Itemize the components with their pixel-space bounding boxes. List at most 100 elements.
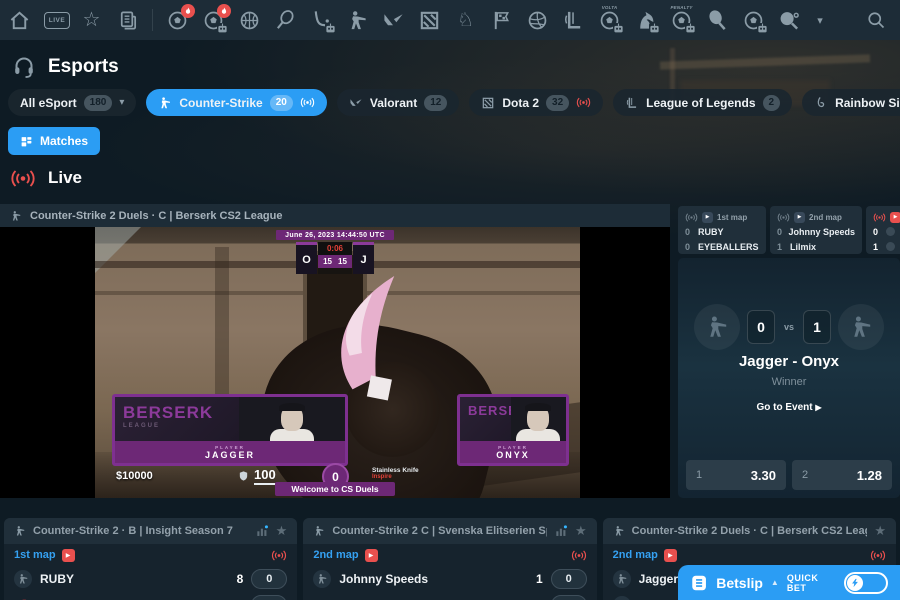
epadel-icon[interactable] bbox=[706, 9, 729, 32]
penalty-football-icon[interactable]: PENALTY bbox=[670, 9, 693, 32]
football-icon[interactable] bbox=[166, 9, 189, 32]
map-card-3[interactable]: ▶ 0 1 bbox=[866, 206, 900, 254]
betslip-label: Betslip bbox=[716, 575, 763, 591]
live-icon bbox=[873, 213, 886, 222]
live-tv-icon[interactable]: LIVE bbox=[44, 9, 67, 32]
favorite-star-icon[interactable]: ★ bbox=[874, 524, 886, 538]
map-card-2[interactable]: ▶ 2nd map 0Johnny Speeds 1Lilmix bbox=[770, 206, 862, 254]
rainbow-six-icon bbox=[814, 96, 828, 110]
odds-button-1[interactable]: 1 3.30 bbox=[686, 460, 786, 490]
stream-title: Counter-Strike 2 Duels · C | Berserk CS2… bbox=[30, 210, 283, 222]
map-row: 1st map ▶ bbox=[4, 544, 297, 566]
news-icon[interactable] bbox=[116, 9, 139, 32]
dota2-icon[interactable] bbox=[418, 9, 441, 32]
table-tennis-icon[interactable] bbox=[778, 9, 801, 32]
eracing-icon[interactable] bbox=[490, 9, 513, 32]
match-card-header[interactable]: Counter-Strike 2 Duels · C | Berserk CS2… bbox=[603, 518, 896, 544]
page-header: Esports bbox=[12, 55, 119, 79]
round-scores: 1515 bbox=[318, 255, 352, 268]
odds-button[interactable]: 0 bbox=[251, 569, 287, 589]
live-tv-label: LIVE bbox=[44, 12, 70, 29]
play-icon[interactable]: ▶ bbox=[664, 549, 677, 562]
efootball-icon[interactable] bbox=[202, 9, 225, 32]
player-card-jagger: BERSERK LEAGUE PLAYER JAGGER bbox=[112, 394, 348, 466]
favorite-star-icon[interactable]: ★ bbox=[276, 524, 288, 538]
valorant-icon[interactable] bbox=[382, 9, 405, 32]
map-row: 2nd map ▶ bbox=[603, 544, 896, 566]
count-badge: 20 bbox=[270, 95, 293, 111]
etennis-icon[interactable] bbox=[274, 9, 297, 32]
play-icon[interactable]: ▶ bbox=[62, 549, 75, 562]
count-badge: 32 bbox=[546, 95, 569, 111]
map-score-cards: ▶ 1st map 0RUBY 0EYEBALLERS ▶ 2nd map 0J… bbox=[678, 206, 900, 254]
odds-button[interactable]: 0 bbox=[251, 595, 287, 600]
away-score: 1 bbox=[803, 310, 831, 344]
counter-strike-icon bbox=[313, 525, 325, 537]
favorites-icon[interactable]: ☆ bbox=[80, 9, 103, 32]
match-card-insight: Counter-Strike 2 · B | Insight Season 7 … bbox=[4, 518, 297, 600]
robot-badge-icon bbox=[325, 23, 336, 34]
efifa-icon[interactable] bbox=[742, 9, 765, 32]
odds-button[interactable]: 1 bbox=[551, 595, 587, 600]
stats-icon[interactable] bbox=[255, 524, 269, 538]
volta-football-icon[interactable]: VOLTA bbox=[598, 9, 621, 32]
matches-button[interactable]: Matches bbox=[8, 127, 100, 155]
live-section-title: Live bbox=[48, 168, 82, 188]
filter-league-of-legends[interactable]: League of Legends 2 bbox=[613, 89, 792, 116]
vs-label: vs bbox=[784, 322, 794, 332]
counter-strike-icon bbox=[10, 210, 22, 222]
eyeballers-logo-icon bbox=[14, 596, 32, 600]
echess-icon[interactable]: ♘ bbox=[454, 9, 477, 32]
top-nav: LIVE ☆ ♘ VOLTA PENALTY ▾ bbox=[0, 0, 900, 40]
team-icon bbox=[613, 570, 631, 588]
live-icon bbox=[271, 550, 287, 561]
play-icon[interactable]: ▶ bbox=[794, 212, 805, 223]
filter-counter-strike[interactable]: Counter-Strike 20 bbox=[146, 89, 326, 116]
stats-icon[interactable] bbox=[554, 524, 568, 538]
esports-live-page: LIVE ☆ ♘ VOLTA PENALTY ▾ Esports Al bbox=[0, 0, 900, 600]
odds-button[interactable]: 0 bbox=[551, 569, 587, 589]
live-icon bbox=[576, 97, 591, 108]
match-card-header[interactable]: Counter-Strike 2 C | Svenska Elitserien … bbox=[303, 518, 596, 544]
evolleyball-icon[interactable] bbox=[526, 9, 549, 32]
league-of-legends-icon[interactable] bbox=[562, 9, 585, 32]
page-title: Esports bbox=[48, 56, 119, 78]
more-sports-caret-icon[interactable]: ▾ bbox=[814, 14, 826, 27]
filter-valorant[interactable]: Valorant 12 bbox=[337, 89, 459, 116]
map-card-1[interactable]: ▶ 1st map 0RUBY 0EYEBALLERS bbox=[678, 206, 766, 254]
filter-dota2[interactable]: Dota 2 32 bbox=[469, 89, 603, 116]
odds-button-2[interactable]: 2 1.28 bbox=[792, 460, 892, 490]
favorite-star-icon[interactable]: ★ bbox=[575, 524, 587, 538]
basketball-icon[interactable] bbox=[238, 9, 261, 32]
player-name: ONYX bbox=[496, 450, 530, 460]
quick-bet-toggle[interactable] bbox=[844, 572, 888, 594]
ehockey-icon[interactable] bbox=[310, 9, 333, 32]
match-card-header[interactable]: Counter-Strike 2 · B | Insight Season 7 … bbox=[4, 518, 297, 544]
count-badge: 180 bbox=[84, 95, 113, 111]
ehorse-racing-icon[interactable] bbox=[634, 9, 657, 32]
team-icon bbox=[613, 596, 631, 600]
stream-timestamp: June 26, 2023 14:44:50 UTC bbox=[0, 230, 670, 240]
live-icon bbox=[571, 550, 587, 561]
play-icon[interactable]: ▶ bbox=[890, 212, 900, 223]
headset-icon bbox=[12, 55, 36, 79]
search-icon[interactable] bbox=[866, 10, 886, 30]
match-odds: 1 3.30 2 1.28 bbox=[686, 460, 892, 490]
robot-badge-icon bbox=[685, 23, 696, 34]
robot-badge-icon bbox=[649, 23, 660, 34]
filter-rainbow-six[interactable]: Rainbow Six 28 bbox=[802, 89, 900, 116]
go-to-event-link[interactable]: Go to Event ▶ bbox=[678, 402, 900, 413]
lilmix-logo-icon bbox=[313, 596, 331, 600]
filter-all-esport[interactable]: All eSport 180 ▾ bbox=[8, 89, 136, 116]
betslip-bar[interactable]: Betslip ▲ QUICK BET bbox=[678, 565, 900, 600]
market-label: Winner bbox=[678, 376, 900, 388]
play-icon[interactable]: ▶ bbox=[365, 549, 378, 562]
hud-scoreboard: O 0:06 1515 J bbox=[0, 242, 670, 274]
home-score: 0 bbox=[747, 310, 775, 344]
home-icon[interactable] bbox=[8, 9, 31, 32]
stream-header[interactable]: Counter-Strike 2 Duels · C | Berserk CS2… bbox=[0, 204, 670, 227]
video-player[interactable]: June 26, 2023 14:44:50 UTC O 0:06 1515 J… bbox=[0, 227, 670, 498]
map-row: 2nd map ▶ bbox=[303, 544, 596, 566]
counter-strike-icon[interactable] bbox=[346, 9, 369, 32]
play-icon[interactable]: ▶ bbox=[702, 212, 713, 223]
